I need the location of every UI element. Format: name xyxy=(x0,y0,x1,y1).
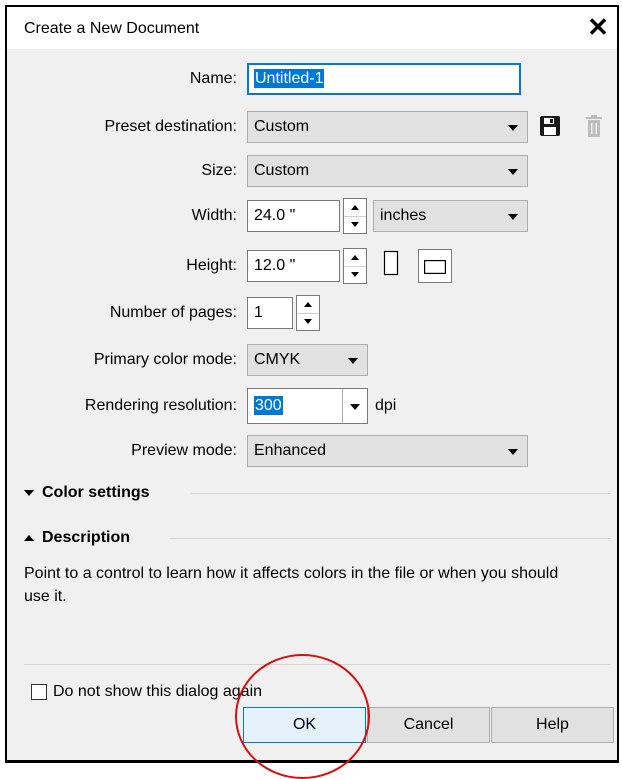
resolution-label: Rendering resolution: xyxy=(84,397,237,414)
title-bar: Create a New Document ✕ xyxy=(7,7,617,49)
width-value: 24.0 " xyxy=(254,207,296,224)
dont-show-again-checkbox[interactable] xyxy=(31,684,47,700)
units-value: inches xyxy=(380,207,427,224)
resolution-dropdown-button[interactable] xyxy=(342,389,367,423)
dpi-label: dpi xyxy=(375,397,397,414)
height-spinner[interactable] xyxy=(343,248,367,284)
height-increment-button[interactable] xyxy=(344,249,366,266)
color-settings-heading: Color settings xyxy=(42,484,150,501)
landscape-icon xyxy=(424,260,446,274)
create-document-dialog: Create a New Document ✕ Name: Untitled-1… xyxy=(5,5,619,763)
pages-value: 1 xyxy=(254,304,263,321)
height-decrement-button[interactable] xyxy=(344,266,366,284)
preview-mode-value: Enhanced xyxy=(254,442,327,459)
divider xyxy=(24,664,611,665)
pages-spinner[interactable] xyxy=(296,295,320,331)
chevron-down-icon xyxy=(508,169,518,175)
close-icon: ✕ xyxy=(587,12,609,42)
landscape-orientation-button[interactable] xyxy=(418,249,452,283)
chevron-up-icon xyxy=(24,535,34,541)
width-spinner[interactable] xyxy=(343,198,367,234)
preview-mode-label: Preview mode: xyxy=(131,442,237,459)
color-mode-value: CMYK xyxy=(254,351,301,368)
preset-destination-select[interactable]: Custom xyxy=(247,111,528,143)
divider xyxy=(191,493,611,494)
description-heading: Description xyxy=(42,529,131,546)
portrait-icon[interactable] xyxy=(383,250,399,276)
size-value: Custom xyxy=(254,162,310,179)
description-text: Point to a control to learn how it affec… xyxy=(24,565,559,605)
color-mode-select[interactable]: CMYK xyxy=(247,344,368,376)
save-preset-icon[interactable] xyxy=(539,115,561,137)
height-value: 12.0 " xyxy=(254,257,296,274)
dont-show-again-label[interactable]: Do not show this dialog again xyxy=(53,683,262,701)
size-label: Size: xyxy=(201,162,237,179)
name-input[interactable]: Untitled-1 xyxy=(247,63,521,95)
preset-destination-value: Custom xyxy=(254,118,310,135)
pages-increment-button[interactable] xyxy=(297,296,319,313)
divider xyxy=(169,538,611,539)
width-input[interactable]: 24.0 " xyxy=(247,200,340,232)
size-select[interactable]: Custom xyxy=(247,155,528,187)
pages-decrement-button[interactable] xyxy=(297,313,319,331)
preset-destination-label: Preset destination: xyxy=(104,118,237,135)
width-label: Width: xyxy=(191,207,237,224)
color-mode-label: Primary color mode: xyxy=(93,351,237,368)
units-select[interactable]: inches xyxy=(373,200,528,232)
name-input-value: Untitled-1 xyxy=(254,69,325,88)
resolution-value: 300 xyxy=(254,396,283,415)
chevron-down-icon xyxy=(24,490,34,496)
close-button[interactable]: ✕ xyxy=(581,11,615,43)
chevron-down-icon xyxy=(350,404,360,410)
dialog-title: Create a New Document xyxy=(24,20,200,37)
delete-preset-icon[interactable] xyxy=(585,114,603,138)
chevron-down-icon xyxy=(508,214,518,220)
cancel-button[interactable]: Cancel xyxy=(367,707,490,743)
name-label: Name: xyxy=(189,70,237,87)
resolution-combo[interactable]: 300 xyxy=(247,388,368,424)
preview-mode-select[interactable]: Enhanced xyxy=(247,435,528,467)
chevron-down-icon xyxy=(508,125,518,131)
chevron-down-icon xyxy=(348,358,358,364)
ok-button[interactable]: OK xyxy=(243,707,366,743)
height-label: Height: xyxy=(186,257,237,274)
help-button[interactable]: Help xyxy=(491,707,614,743)
height-input[interactable]: 12.0 " xyxy=(247,250,340,282)
width-increment-button[interactable] xyxy=(344,199,366,216)
pages-input[interactable]: 1 xyxy=(247,297,293,329)
width-decrement-button[interactable] xyxy=(344,216,366,234)
pages-label: Number of pages: xyxy=(109,304,237,321)
chevron-down-icon xyxy=(508,449,518,455)
